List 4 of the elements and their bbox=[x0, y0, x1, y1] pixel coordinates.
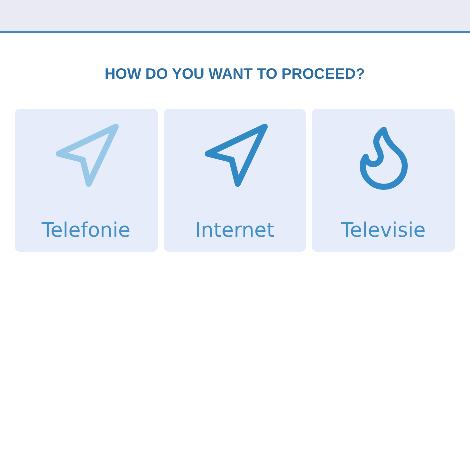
option-tile[interactable]: Telefonie bbox=[15, 108, 158, 252]
option-tile[interactable]: Televisie bbox=[312, 108, 455, 252]
option-tile[interactable]: Internet bbox=[164, 108, 306, 252]
heading: HOW DO YOU WANT TO PROCEED? bbox=[104, 65, 366, 85]
